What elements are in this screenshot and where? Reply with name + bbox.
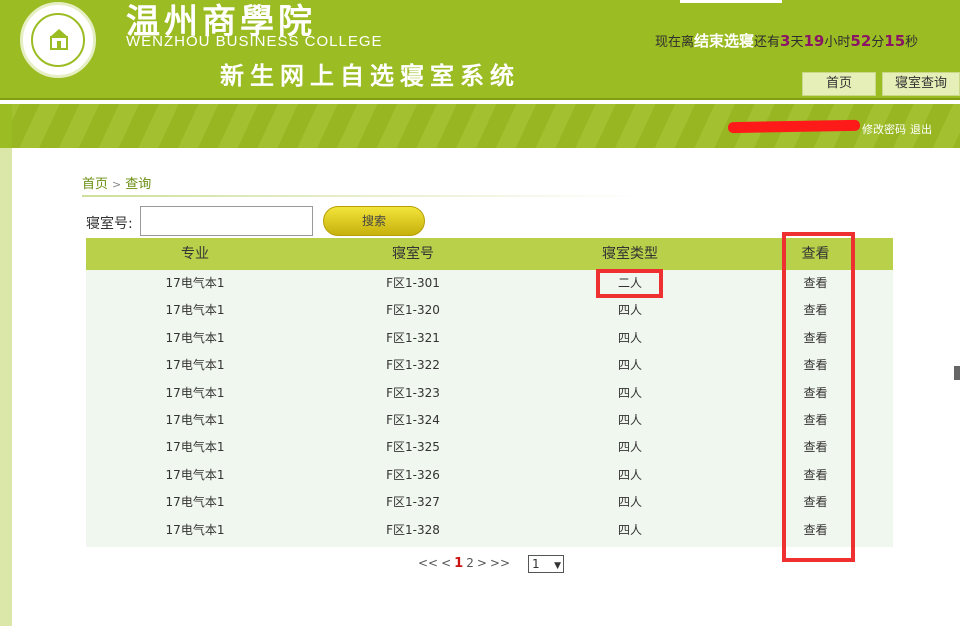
- table-row: 17电气本1 F区1-326 四人 查看: [86, 461, 893, 490]
- room-number-input[interactable]: [140, 206, 313, 236]
- logo-emblem-icon: [50, 29, 68, 50]
- change-password-link[interactable]: 修改密码: [862, 123, 906, 136]
- page-first-link[interactable]: <<: [418, 556, 438, 570]
- cell-type: 四人: [617, 358, 642, 373]
- header-room: 寝室号: [392, 246, 434, 262]
- header-major: 专业: [181, 246, 209, 262]
- countdown-event: 结束选寝: [694, 32, 755, 50]
- breadcrumb-separator: >: [112, 178, 122, 191]
- table-body: 17电气本1 F区1-301 二人 查看 17电气本1 F区1-320 四人 查看 17电气…: [86, 270, 893, 547]
- table-row: 17电气本1 F区1-325 四人 查看: [86, 434, 893, 462]
- cell-room: F区1-301: [386, 276, 440, 290]
- countdown-days: 3: [780, 32, 791, 50]
- cell-room: F区1-327: [386, 495, 440, 510]
- cell-room: F区1-323: [386, 385, 440, 400]
- countdown-mid: 还有: [754, 35, 781, 50]
- header-top-strip: [680, 0, 782, 3]
- page-prev-link[interactable]: <: [441, 556, 451, 570]
- site-header: 温州商學院 WENZHOU BUSINESS COLLEGE 新生网上自选寝室系…: [0, 0, 960, 100]
- cell-major: 17电气本1: [165, 358, 225, 373]
- cell-major: 17电气本1: [165, 440, 225, 455]
- left-frame-inner: [0, 148, 12, 626]
- table-row: 17电气本1 F区1-323 四人 查看: [86, 379, 893, 407]
- table-row: 17电气本1 F区1-324 四人 查看: [86, 406, 893, 435]
- page-next-link[interactable]: >: [477, 556, 487, 570]
- table-row: 17电气本1 F区1-320 四人 查看: [86, 297, 893, 325]
- table-row: 17电气本1 F区1-327 四人 查看: [86, 489, 893, 517]
- pagination: << <1 2 > >>: [418, 556, 513, 571]
- cell-major: 17电气本1: [165, 276, 225, 290]
- countdown-hours-unit: 小时: [824, 35, 851, 50]
- cell-room: F区1-326: [386, 467, 440, 482]
- page-select-value: 1: [532, 557, 540, 571]
- countdown-hours: 19: [803, 32, 825, 50]
- logout-link[interactable]: 退出: [910, 123, 932, 136]
- cell-major: 17电气本1: [165, 303, 225, 318]
- countdown-seconds-unit: 秒: [905, 35, 919, 50]
- cell-type: 四人: [617, 330, 642, 345]
- countdown-days-unit: 天: [790, 35, 804, 50]
- nav-dorm-query-tab[interactable]: 寝室查询: [882, 72, 960, 96]
- system-title: 新生网上自选寝室系统: [220, 61, 520, 90]
- cell-type: 四人: [617, 495, 642, 510]
- countdown-seconds: 15: [884, 32, 906, 50]
- page-current[interactable]: 1: [454, 556, 463, 571]
- page-link[interactable]: 2: [466, 556, 474, 570]
- user-links: 修改密码 退出: [862, 121, 936, 137]
- cell-type: 四人: [617, 303, 642, 318]
- countdown-minutes: 52: [850, 32, 872, 50]
- room-number-label: 寝室号:: [86, 216, 133, 232]
- selection-countdown: 现在离结束选寝还有3天19小时52分15秒: [655, 30, 918, 51]
- cell-room: F区1-328: [386, 522, 440, 537]
- breadcrumb: 首页 > 查询: [82, 173, 151, 192]
- breadcrumb-current: 查询: [125, 177, 152, 192]
- breadcrumb-divider: [82, 195, 642, 197]
- college-name-en: WENZHOU BUSINESS COLLEGE: [126, 33, 383, 50]
- college-logo: [20, 2, 96, 78]
- cell-major: 17电气本1: [165, 522, 225, 537]
- table-row: 17电气本1 F区1-301 二人 查看: [86, 270, 893, 298]
- cell-major: 17电气本1: [165, 412, 225, 427]
- cell-type: 四人: [617, 412, 642, 427]
- cell-major: 17电气本1: [165, 385, 225, 400]
- page-last-link[interactable]: >>: [490, 556, 510, 570]
- table-row: 17电气本1 F区1-322 四人 查看: [86, 352, 893, 380]
- table-header: 专业 寝室号 寝室类型 查看: [86, 238, 893, 270]
- cell-type: 四人: [617, 522, 642, 537]
- breadcrumb-home[interactable]: 首页: [82, 177, 108, 192]
- cell-major: 17电气本1: [165, 330, 225, 345]
- countdown-prefix: 现在离: [655, 35, 695, 50]
- annotation-box-view-column: [782, 232, 855, 562]
- chevron-down-icon: ▼: [554, 561, 561, 571]
- cell-type: 四人: [617, 440, 642, 455]
- scrollbar-thumb[interactable]: [954, 366, 960, 380]
- cell-major: 17电气本1: [165, 467, 225, 482]
- cell-room: F区1-322: [386, 358, 440, 373]
- cell-major: 17电气本1: [165, 495, 225, 510]
- table-row: 17电气本1 F区1-328 四人 查看: [86, 516, 893, 544]
- cell-room: F区1-321: [386, 330, 440, 345]
- redacted-username: [727, 119, 861, 134]
- annotation-box-room-type: [596, 269, 663, 298]
- nav-home-tab[interactable]: 首页: [802, 72, 876, 96]
- cell-room: F区1-325: [386, 440, 440, 455]
- search-button[interactable]: 搜索: [323, 206, 425, 236]
- cell-room: F区1-320: [386, 303, 440, 318]
- table-row: 17电气本1 F区1-321 四人 查看: [86, 324, 893, 353]
- logo-emblem-ring: [31, 13, 85, 67]
- cell-type: 四人: [617, 385, 642, 400]
- cell-room: F区1-324: [386, 412, 440, 427]
- cell-type: 四人: [617, 467, 642, 482]
- countdown-minutes-unit: 分: [871, 35, 885, 50]
- header-type: 寝室类型: [602, 246, 658, 262]
- dorm-table: 专业 寝室号 寝室类型 查看 17电气本1 F区1-301 二人 查看 17电气本1 F…: [86, 238, 893, 547]
- page-select[interactable]: 1 ▼: [528, 555, 564, 573]
